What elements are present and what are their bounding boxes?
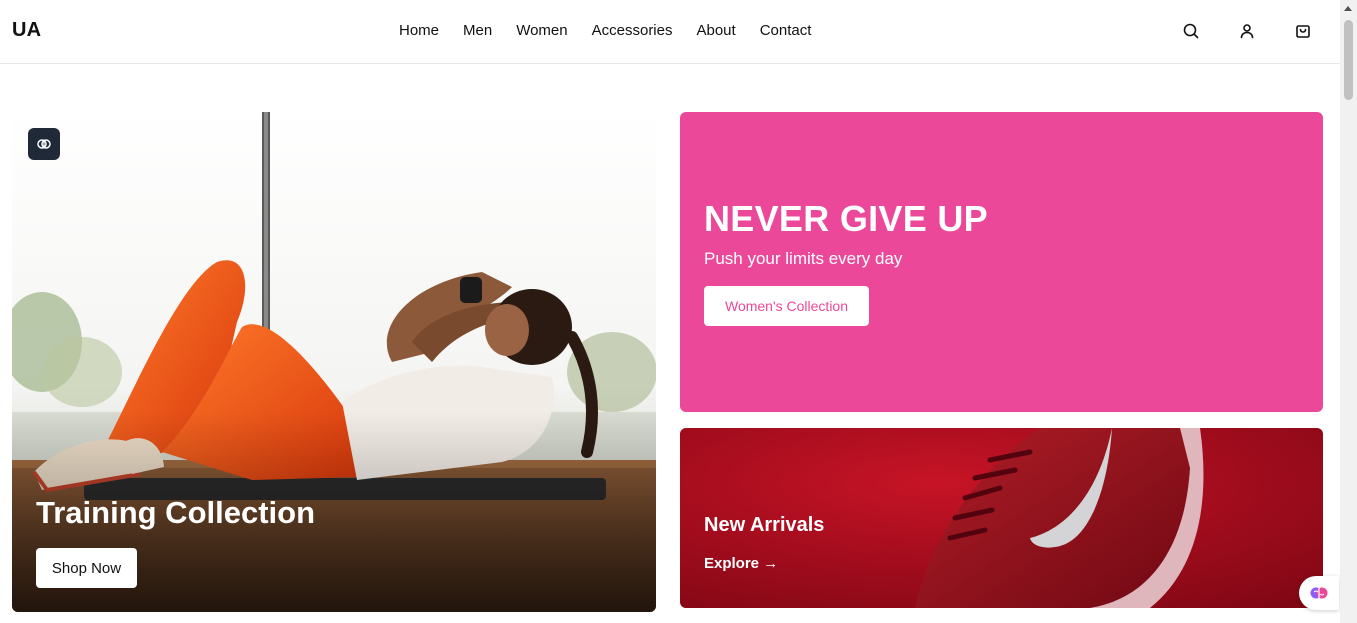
brain-icon bbox=[1310, 587, 1328, 599]
shopping-bag-icon[interactable] bbox=[1293, 21, 1313, 41]
nav-about[interactable]: About bbox=[696, 22, 735, 39]
never-give-up-banner[interactable]: NEVER GIVE UP Push your limits every day… bbox=[680, 112, 1323, 412]
explore-link[interactable]: Explore → bbox=[704, 555, 778, 572]
nav-accessories[interactable]: Accessories bbox=[592, 22, 673, 39]
nav-contact[interactable]: Contact bbox=[760, 22, 812, 39]
new-arrivals-title: New Arrivals bbox=[704, 514, 825, 536]
ai-assist-button[interactable] bbox=[28, 128, 60, 160]
scroll-up-arrow-icon[interactable] bbox=[1344, 6, 1352, 11]
nav-home[interactable]: Home bbox=[399, 22, 439, 39]
training-collection-banner[interactable]: Training Collection Shop Now bbox=[12, 112, 656, 612]
promo-title: NEVER GIVE UP bbox=[704, 198, 988, 239]
promo-subtitle: Push your limits every day bbox=[704, 249, 903, 268]
womens-collection-button[interactable]: Women's Collection bbox=[704, 286, 869, 326]
page-scrollbar[interactable] bbox=[1340, 0, 1357, 623]
hero-photo bbox=[12, 112, 656, 612]
brain-icon bbox=[37, 139, 51, 149]
nav-men[interactable]: Men bbox=[463, 22, 492, 39]
search-icon[interactable] bbox=[1181, 21, 1201, 41]
user-icon[interactable] bbox=[1237, 21, 1257, 41]
site-header: UA Home Men Women Accessories About Cont… bbox=[0, 0, 1340, 64]
brand-logo[interactable]: UA bbox=[12, 19, 41, 42]
scroll-thumb[interactable] bbox=[1344, 20, 1353, 100]
main-nav: Home Men Women Accessories About Contact bbox=[399, 22, 811, 39]
nav-women[interactable]: Women bbox=[516, 22, 567, 39]
shop-now-button[interactable]: Shop Now bbox=[36, 548, 137, 588]
hero-title: Training Collection bbox=[36, 495, 316, 530]
new-arrivals-banner[interactable]: New Arrivals Explore → bbox=[680, 428, 1323, 608]
assistant-fab[interactable] bbox=[1299, 576, 1339, 610]
